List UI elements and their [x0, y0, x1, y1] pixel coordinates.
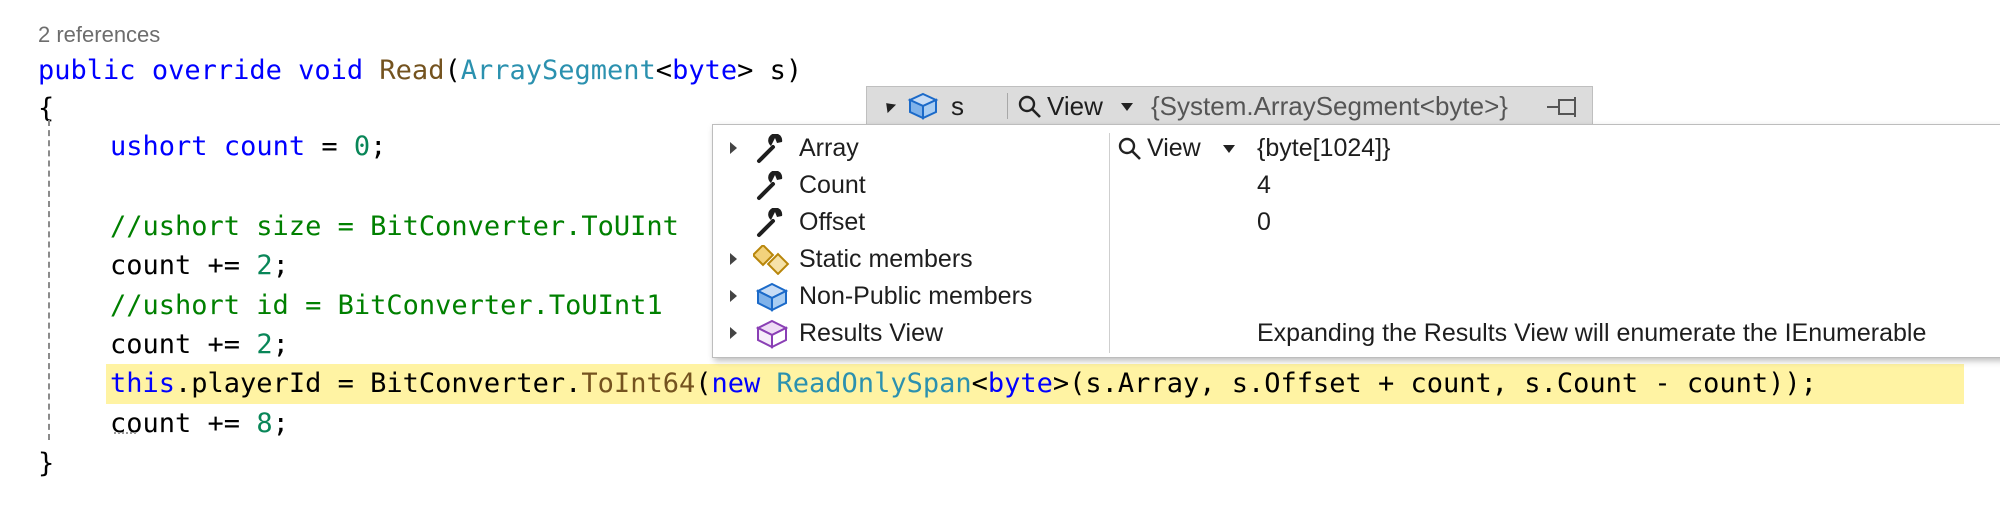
method-signature-line: public override void Read(ArraySegment<b… [38, 52, 802, 90]
results-view-icon [755, 319, 789, 349]
code-line-count-add: count += 8; [110, 405, 289, 443]
wrench-icon [757, 134, 783, 163]
row-name: Non-Public members [799, 282, 1033, 310]
non-public-members-icon [755, 282, 789, 312]
chevron-down-icon[interactable] [1121, 103, 1133, 111]
view-button[interactable]: View [1147, 130, 1201, 167]
datatip-row-non-public-members[interactable]: Non-Public members [713, 278, 2000, 315]
code-line-count-decl: ushort count = 0; [110, 128, 386, 166]
pin-icon[interactable] [1545, 95, 1585, 119]
number: 2 [256, 329, 273, 360]
row-name: Array [799, 134, 859, 162]
datatip-header[interactable]: s View {System.ArraySegment<byte>} [866, 86, 1593, 126]
datatip-row-results-view[interactable]: Results View Expanding the Results View … [713, 315, 2000, 352]
code-comment-id: //ushort id = BitConverter.ToUInt1 [110, 290, 663, 321]
code-text: >(s.Array, s.Offset + count, s.Count - c… [1052, 368, 1817, 399]
code-line-highlighted: this.playerId = BitConverter.ToInt64(new… [110, 365, 1817, 403]
datatip-row-array[interactable]: Array View {byte[1024]} [713, 130, 2000, 167]
keyword: void [298, 55, 364, 86]
punctuation: ( [444, 55, 461, 86]
brace-close: } [38, 448, 55, 479]
code-text: ; [272, 329, 289, 360]
datatip-row-offset[interactable]: Offset 0 [713, 204, 2000, 241]
row-value: 0 [1257, 208, 1271, 236]
row-value: 4 [1257, 171, 1271, 199]
keyword: byte [987, 368, 1053, 399]
variable-icon [907, 92, 939, 120]
code-text: ; [272, 408, 289, 439]
code-text: < [971, 368, 988, 399]
collapse-arrow-icon[interactable] [881, 98, 897, 114]
keyword: new [711, 368, 761, 399]
type-name: ReadOnlySpan [776, 368, 972, 399]
code-text: .playerId = BitConverter. [175, 368, 582, 399]
number: 0 [353, 131, 371, 162]
indent-guide [48, 120, 50, 440]
number: 2 [256, 250, 273, 281]
row-value: {byte[1024]} [1257, 134, 1391, 162]
wrench-icon [757, 208, 783, 237]
parameter: s) [753, 55, 803, 86]
punctuation: < [655, 55, 673, 86]
code-text: ( [695, 368, 712, 399]
code-text: ; [370, 131, 387, 162]
code-comment-size: //ushort size = BitConverter.ToUInt [110, 211, 679, 242]
view-button[interactable]: View [1047, 87, 1103, 125]
code-line-count-add: count += 2; [110, 247, 289, 285]
codelens-references[interactable]: 2 references [38, 22, 160, 48]
expand-arrow-icon[interactable] [730, 327, 737, 339]
row-name: Count [799, 171, 866, 199]
keyword: override [151, 55, 282, 86]
suggestion-dots[interactable] [114, 432, 136, 434]
variable-name: count [223, 131, 306, 162]
code-text: count += [110, 250, 257, 281]
code-line-count-add: count += 2; [110, 326, 289, 364]
row-name: Offset [799, 208, 866, 236]
datatip-value: {System.ArraySegment<byte>} [1151, 91, 1508, 121]
static-members-icon [753, 245, 790, 275]
code-text: ; [272, 250, 289, 281]
method-name: ToInt64 [581, 368, 696, 399]
datatip-row-count[interactable]: Count 4 [713, 167, 2000, 204]
code-text: = [305, 131, 354, 162]
brace-open: { [38, 93, 55, 124]
code-text: count += [110, 329, 257, 360]
expand-arrow-icon[interactable] [730, 253, 737, 265]
keyword: ushort [110, 131, 208, 162]
punctuation: > [737, 55, 754, 86]
magnifier-icon[interactable] [1117, 136, 1143, 162]
row-name: Static members [799, 245, 973, 273]
row-name: Results View [799, 319, 944, 347]
chevron-down-icon[interactable] [1223, 145, 1235, 153]
keyword: byte [672, 55, 738, 86]
expand-arrow-icon[interactable] [730, 142, 737, 154]
divider [1007, 93, 1008, 119]
method-name: Read [379, 55, 445, 86]
datatip-panel[interactable]: Array View {byte[1024]} Count 4 Offset 0 [712, 124, 2000, 358]
datatip-variable-name: s [951, 91, 964, 121]
magnifier-icon[interactable] [1017, 94, 1043, 120]
wrench-icon [757, 171, 783, 200]
keyword: public [38, 55, 136, 86]
number: 8 [256, 408, 273, 439]
expand-arrow-icon[interactable] [730, 290, 737, 302]
datatip-row-static-members[interactable]: Static members [713, 241, 2000, 278]
type-name: ArraySegment [460, 55, 656, 86]
row-value: Expanding the Results View will enumerat… [1257, 319, 1927, 347]
code-text: count += [110, 408, 257, 439]
keyword: this [110, 368, 176, 399]
